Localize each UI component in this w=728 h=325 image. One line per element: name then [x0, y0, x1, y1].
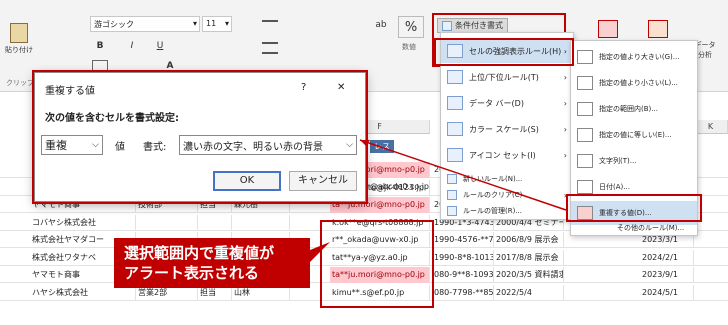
callout-pointer [310, 242, 330, 262]
